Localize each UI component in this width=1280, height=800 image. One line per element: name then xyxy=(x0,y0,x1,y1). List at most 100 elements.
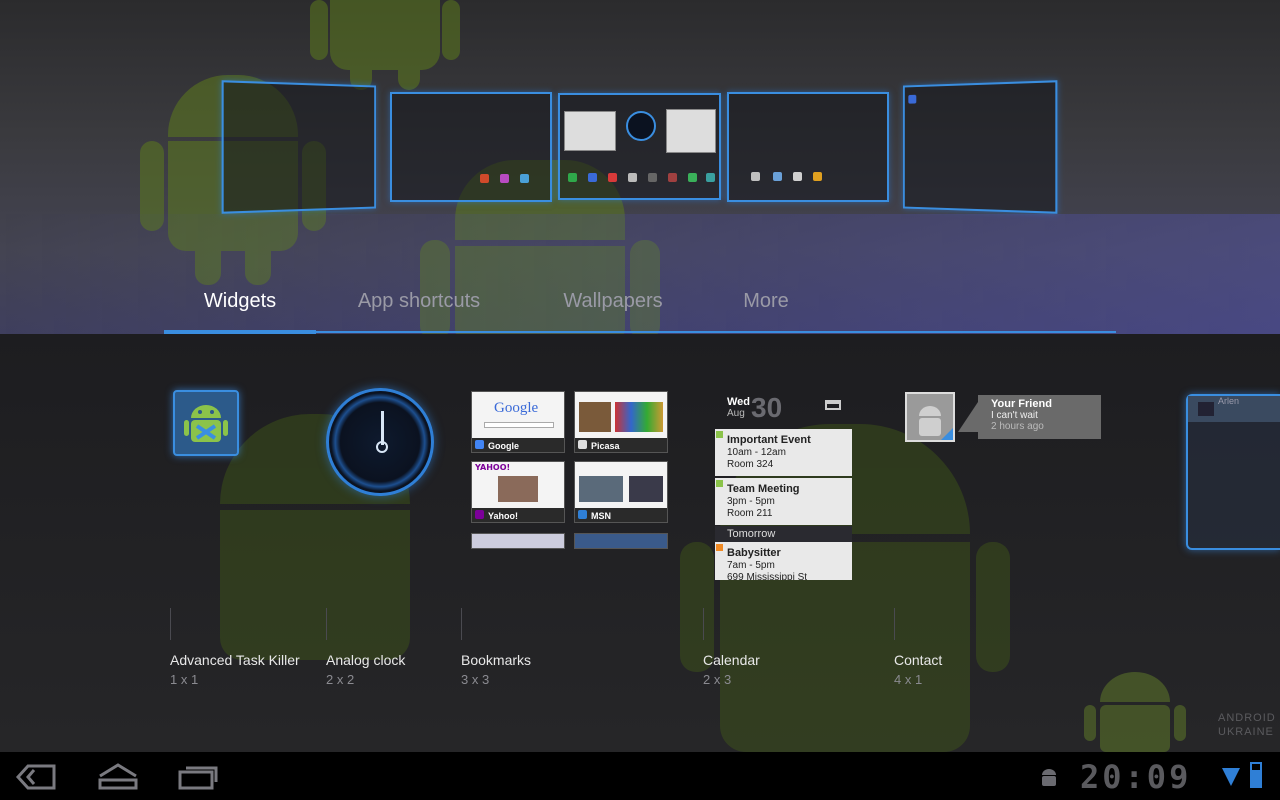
app-shortcut-icon xyxy=(668,173,677,182)
bookmarks-preview[interactable]: Google Google Picasa YAHOO! Yahoo! MSN xyxy=(471,391,668,551)
home-panel-2[interactable] xyxy=(390,92,552,202)
widget-name[interactable]: Calendar xyxy=(703,652,760,668)
calendar-event: Team Meeting 3pm - 5pm Room 211 xyxy=(715,478,852,525)
bookmark-label: Google xyxy=(488,441,519,451)
app-shortcut-icon xyxy=(751,172,760,181)
bookmark-thumbnail-picasa: Picasa xyxy=(574,391,668,453)
bookmark-thumbnail-partial xyxy=(471,533,565,549)
widget-name[interactable]: Analog clock xyxy=(326,652,405,668)
calendar-preview[interactable]: Wed Aug 30 Important Event 10am - 12am R… xyxy=(715,390,852,580)
home-panel-1[interactable] xyxy=(221,80,376,214)
app-shortcut-icon xyxy=(480,174,489,183)
bookmark-thumbnail-partial xyxy=(574,533,668,549)
app-shortcut-icon xyxy=(648,173,657,182)
app-shortcut-icon xyxy=(520,174,529,183)
bookmark-label: Picasa xyxy=(591,441,620,451)
contact-time: 2 hours ago xyxy=(991,421,1044,432)
event-color-dot xyxy=(716,544,723,551)
back-icon xyxy=(15,764,56,790)
partial-widget-label: Arlen xyxy=(1218,396,1240,406)
widget-name[interactable]: Bookmarks xyxy=(461,652,531,668)
bookmark-thumbnail-msn: MSN xyxy=(574,461,668,523)
android-robot-icon xyxy=(184,405,228,442)
app-shortcut-icon xyxy=(773,172,782,181)
app-shortcut-icon xyxy=(813,172,822,181)
calendar-event: Important Event 10am - 12am Room 324 xyxy=(715,429,852,476)
calendar-event: Babysitter 7am - 5pm 699 Mississippi St xyxy=(715,542,852,580)
contact-card-pointer xyxy=(958,402,978,432)
app-shortcut-icon xyxy=(793,172,802,181)
home-panel-3-current[interactable] xyxy=(558,93,721,200)
bookmark-label: MSN xyxy=(591,511,611,521)
widget-size: 2 x 3 xyxy=(703,672,732,687)
app-shortcut-icon xyxy=(908,94,917,104)
bookmarks-widget-thumbnail xyxy=(564,111,616,151)
home-panels-area: Widgets App shortcuts Wallpapers More xyxy=(0,0,1280,334)
calendar-add-icon xyxy=(825,400,841,410)
widget-separator xyxy=(170,608,171,640)
home-icon xyxy=(98,763,138,790)
home-panel-4[interactable] xyxy=(727,92,889,202)
clock-pivot xyxy=(376,441,388,453)
widget-separator xyxy=(326,608,327,640)
contact-name: Your Friend xyxy=(991,398,1052,410)
bookmark-thumbnail-yahoo: YAHOO! Yahoo! xyxy=(471,461,565,523)
advanced-task-killer-preview[interactable] xyxy=(173,390,239,456)
widget-size: 2 x 2 xyxy=(326,672,355,687)
calendar-divider: Tomorrow xyxy=(715,526,852,542)
clock-widget-thumbnail xyxy=(626,111,656,141)
yahoo-logo: YAHOO! xyxy=(475,463,511,472)
android-notification-icon[interactable] xyxy=(1038,766,1060,792)
home-button[interactable] xyxy=(96,762,140,792)
tab-underline xyxy=(164,331,1116,333)
tab-wallpapers[interactable]: Wallpapers xyxy=(530,280,696,334)
contact-status: I can't wait xyxy=(991,410,1038,421)
tab-app-shortcuts[interactable]: App shortcuts xyxy=(326,280,512,334)
analog-clock-preview[interactable] xyxy=(326,388,434,496)
clock-hand xyxy=(381,411,384,445)
app-shortcut-icon xyxy=(588,173,597,182)
calendar-day: Wed xyxy=(727,396,751,408)
app-shortcut-icon xyxy=(706,173,715,182)
contact-avatar[interactable] xyxy=(905,392,955,442)
tab-more[interactable]: More xyxy=(716,280,816,334)
event-color-dot xyxy=(716,431,723,438)
widget-name[interactable]: Contact xyxy=(894,652,942,668)
widget-picker: Google Google Picasa YAHOO! Yahoo! MSN W… xyxy=(0,334,1280,752)
widget-size: 4 x 1 xyxy=(894,672,923,687)
widget-size: 3 x 3 xyxy=(461,672,490,687)
widget-size: 1 x 1 xyxy=(170,672,199,687)
calendar-month: Aug xyxy=(727,408,745,419)
app-shortcut-icon xyxy=(568,173,577,182)
note-widget-thumbnail xyxy=(666,109,716,153)
partial-widget-preview[interactable]: Arlen xyxy=(1186,394,1280,550)
back-button[interactable] xyxy=(14,762,58,792)
contact-card[interactable]: Your Friend I can't wait 2 hours ago xyxy=(978,395,1101,439)
app-shortcut-icon xyxy=(688,173,697,182)
picker-tabs: Widgets App shortcuts Wallpapers More xyxy=(164,280,1116,334)
widget-separator xyxy=(461,608,462,640)
app-shortcut-icon xyxy=(628,173,637,182)
status-clock[interactable]: 20:09 xyxy=(1080,758,1191,796)
tab-widgets[interactable]: Widgets xyxy=(164,280,316,334)
background-android-figure xyxy=(310,0,460,90)
widget-separator xyxy=(703,608,704,640)
watermark-text: UKRAINE xyxy=(1218,726,1274,738)
home-panel-5[interactable] xyxy=(903,80,1058,214)
widget-separator xyxy=(894,608,895,640)
widget-name[interactable]: Advanced Task Killer xyxy=(170,652,300,668)
event-color-dot xyxy=(716,480,723,487)
app-shortcut-icon xyxy=(608,173,617,182)
app-shortcut-icon xyxy=(500,174,509,183)
wifi-icon xyxy=(1222,766,1240,792)
google-logo: Google xyxy=(494,400,539,416)
calendar-date: 30 xyxy=(751,392,783,423)
watermark: ANDROID UKRAINE xyxy=(1080,664,1280,752)
bookmark-thumbnail-google: Google Google xyxy=(471,391,565,453)
android-watermark-icon xyxy=(1084,672,1186,752)
bookmark-label: Yahoo! xyxy=(488,511,519,521)
recent-apps-button[interactable] xyxy=(176,762,220,792)
system-bar: 20:09 xyxy=(0,752,1280,800)
android-avatar-icon xyxy=(919,406,953,440)
watermark-text: ANDROID xyxy=(1218,712,1276,724)
